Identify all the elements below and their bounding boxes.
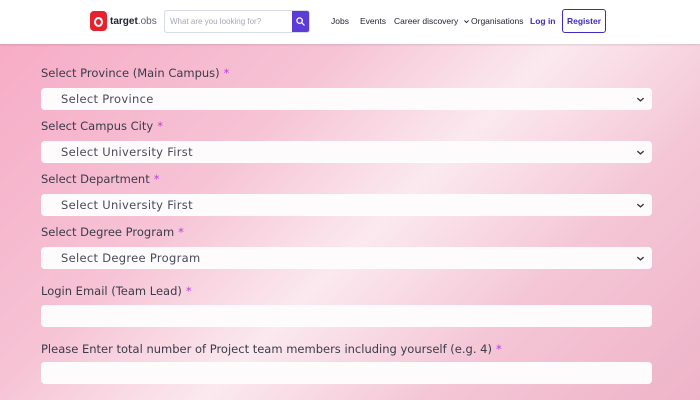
- department-select-value: Select University First: [61, 198, 193, 212]
- department-label-text: Select Department: [41, 172, 150, 186]
- degree-program-select[interactable]: Select Degree Program: [41, 247, 652, 269]
- chevron-down-icon: [636, 97, 645, 102]
- team-members-count-field[interactable]: [41, 362, 652, 384]
- required-marker: *: [157, 119, 163, 133]
- team-members-label: Please Enter total number of Project tea…: [41, 342, 502, 356]
- degree-program-label-text: Select Degree Program: [41, 225, 175, 239]
- campus-city-select-value: Select University First: [61, 145, 193, 159]
- department-select[interactable]: Select University First: [41, 194, 652, 216]
- province-select[interactable]: Select Province: [41, 88, 652, 110]
- search-button[interactable]: [292, 11, 309, 32]
- required-marker: *: [185, 284, 192, 298]
- department-label: Select Department *: [41, 172, 159, 186]
- province-label-text: Select Province (Main Campus): [41, 66, 220, 80]
- required-marker: *: [495, 342, 502, 356]
- chevron-down-icon: [636, 256, 645, 261]
- team-members-label-text: Please Enter total number of Project tea…: [41, 342, 492, 356]
- login-email-label-text: Login Email (Team Lead): [41, 284, 182, 298]
- chevron-down-icon: [636, 203, 645, 208]
- chevron-down-icon: [636, 150, 645, 155]
- logo-icon: [90, 11, 107, 31]
- required-marker: *: [178, 225, 184, 239]
- search-input[interactable]: [165, 11, 293, 32]
- nav-career-discovery-label: Career discovery: [394, 16, 459, 26]
- nav-events-link[interactable]: Events: [360, 16, 386, 26]
- logo-brand: target: [110, 15, 138, 27]
- province-label: Select Province (Main Campus) *: [41, 66, 229, 80]
- logo-suffix: .obs: [137, 15, 157, 27]
- site-logo[interactable]: target.obs: [90, 11, 157, 31]
- login-link[interactable]: Log in: [530, 16, 556, 26]
- degree-program-select-value: Select Degree Program: [61, 251, 201, 265]
- nav-jobs-link[interactable]: Jobs: [331, 16, 349, 26]
- required-marker: *: [153, 172, 160, 186]
- campus-city-label-text: Select Campus City: [41, 119, 154, 133]
- login-email-label: Login Email (Team Lead) *: [41, 284, 192, 298]
- login-email-field[interactable]: [41, 305, 652, 327]
- top-navbar: target.obs Jobs Events Career discovery …: [0, 0, 700, 44]
- chevron-down-icon: [463, 20, 469, 24]
- campus-city-select[interactable]: Select University First: [41, 141, 652, 163]
- search-icon: [296, 17, 305, 26]
- nav-organisations-link[interactable]: Organisations: [471, 16, 523, 26]
- search-bar: [164, 10, 310, 33]
- campus-city-label: Select Campus City *: [41, 119, 163, 133]
- province-select-value: Select Province: [61, 92, 154, 106]
- nav-career-discovery-menu[interactable]: Career discovery: [394, 16, 470, 26]
- degree-program-label: Select Degree Program *: [41, 225, 184, 239]
- required-marker: *: [223, 66, 230, 80]
- register-button[interactable]: Register: [562, 9, 606, 33]
